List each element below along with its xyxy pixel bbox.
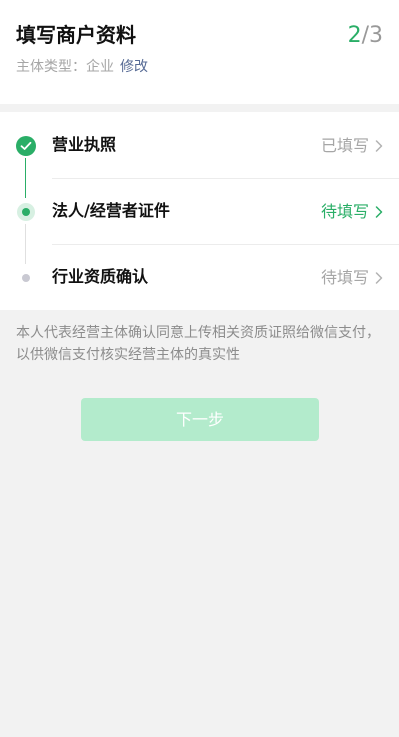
subject-type-label: 主体类型： [16, 59, 86, 75]
subject-type-value: 企业 [86, 59, 114, 75]
consent-notice: 本人代表经营主体确认同意上传相关资质证照给微信支付，以供微信支付核实经营主体的真… [16, 325, 380, 363]
step-label: 法人/经营者证件 [52, 201, 170, 220]
step-status: 已填写 [320, 136, 369, 155]
page-title: 填写商户资料 [16, 23, 136, 47]
chevron-right-icon [375, 272, 383, 284]
step-counter-current: 2 [347, 23, 362, 48]
step-status: 待填写 [320, 202, 369, 221]
step-counter-total: /3 [361, 23, 383, 48]
page-header: 填写商户资料 2/3 主体类型：企业 修改 [0, 0, 399, 104]
edit-subject-type-link[interactable]: 修改 [120, 59, 148, 75]
step-label: 行业资质确认 [52, 267, 149, 286]
pending-step-dot-icon [22, 274, 30, 282]
steps-list: 营业执照 已填写 法人/经营者证件 待填写 行业资质确认 待填写 [0, 112, 399, 310]
step-label: 营业执照 [52, 135, 117, 154]
check-circle-icon [16, 136, 36, 156]
current-step-dot-icon [17, 203, 35, 221]
chevron-right-icon [375, 140, 383, 152]
step-business-license[interactable]: 营业执照 已填写 [0, 112, 399, 178]
chevron-right-icon [375, 206, 383, 218]
step-legal-person-id[interactable]: 法人/经营者证件 待填写 [0, 178, 399, 244]
step-status: 待填写 [320, 268, 369, 287]
step-counter: 2/3 [348, 22, 383, 50]
subject-type-row: 主体类型：企业 修改 [16, 57, 383, 77]
next-step-button[interactable]: 下一步 [81, 398, 319, 441]
step-industry-qualification[interactable]: 行业资质确认 待填写 [0, 244, 399, 310]
